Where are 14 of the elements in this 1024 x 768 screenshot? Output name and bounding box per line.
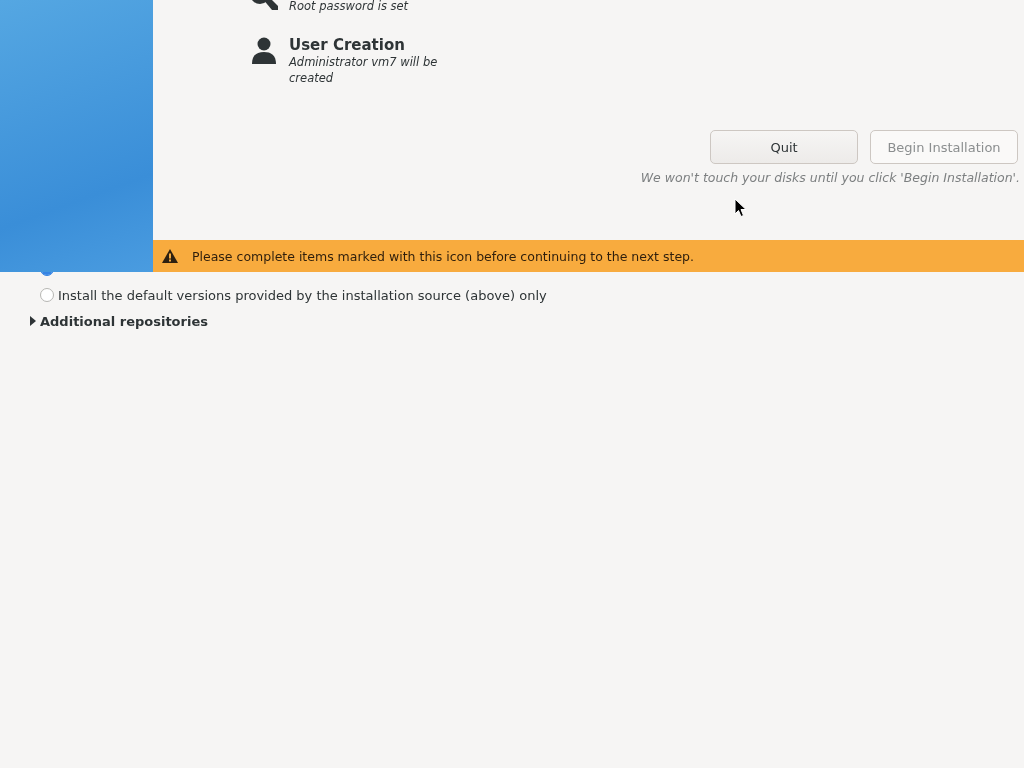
warning-message: Please complete items marked with this icon before continuing to the next step. <box>192 248 694 264</box>
spoke-status: Administrator vm7 will be created <box>289 54 439 86</box>
spoke-status: Root password is set <box>289 0 410 14</box>
key-icon <box>250 0 278 10</box>
user-icon <box>250 36 278 66</box>
warning-icon <box>162 249 178 263</box>
spoke-title[interactable]: User Creation <box>289 36 449 54</box>
disk-note: We won't touch your disks until you click 'Begin Installation'. <box>639 170 1020 185</box>
pointer-icon <box>734 198 747 218</box>
radio-button[interactable] <box>40 288 54 302</box>
option-label: Install the default versions provided by the installation source (above) only <box>58 287 547 303</box>
expander-label[interactable]: Additional repositories <box>40 313 208 329</box>
action-button[interactable]: Quit <box>710 130 858 164</box>
caret-right-icon[interactable] <box>30 316 36 326</box>
